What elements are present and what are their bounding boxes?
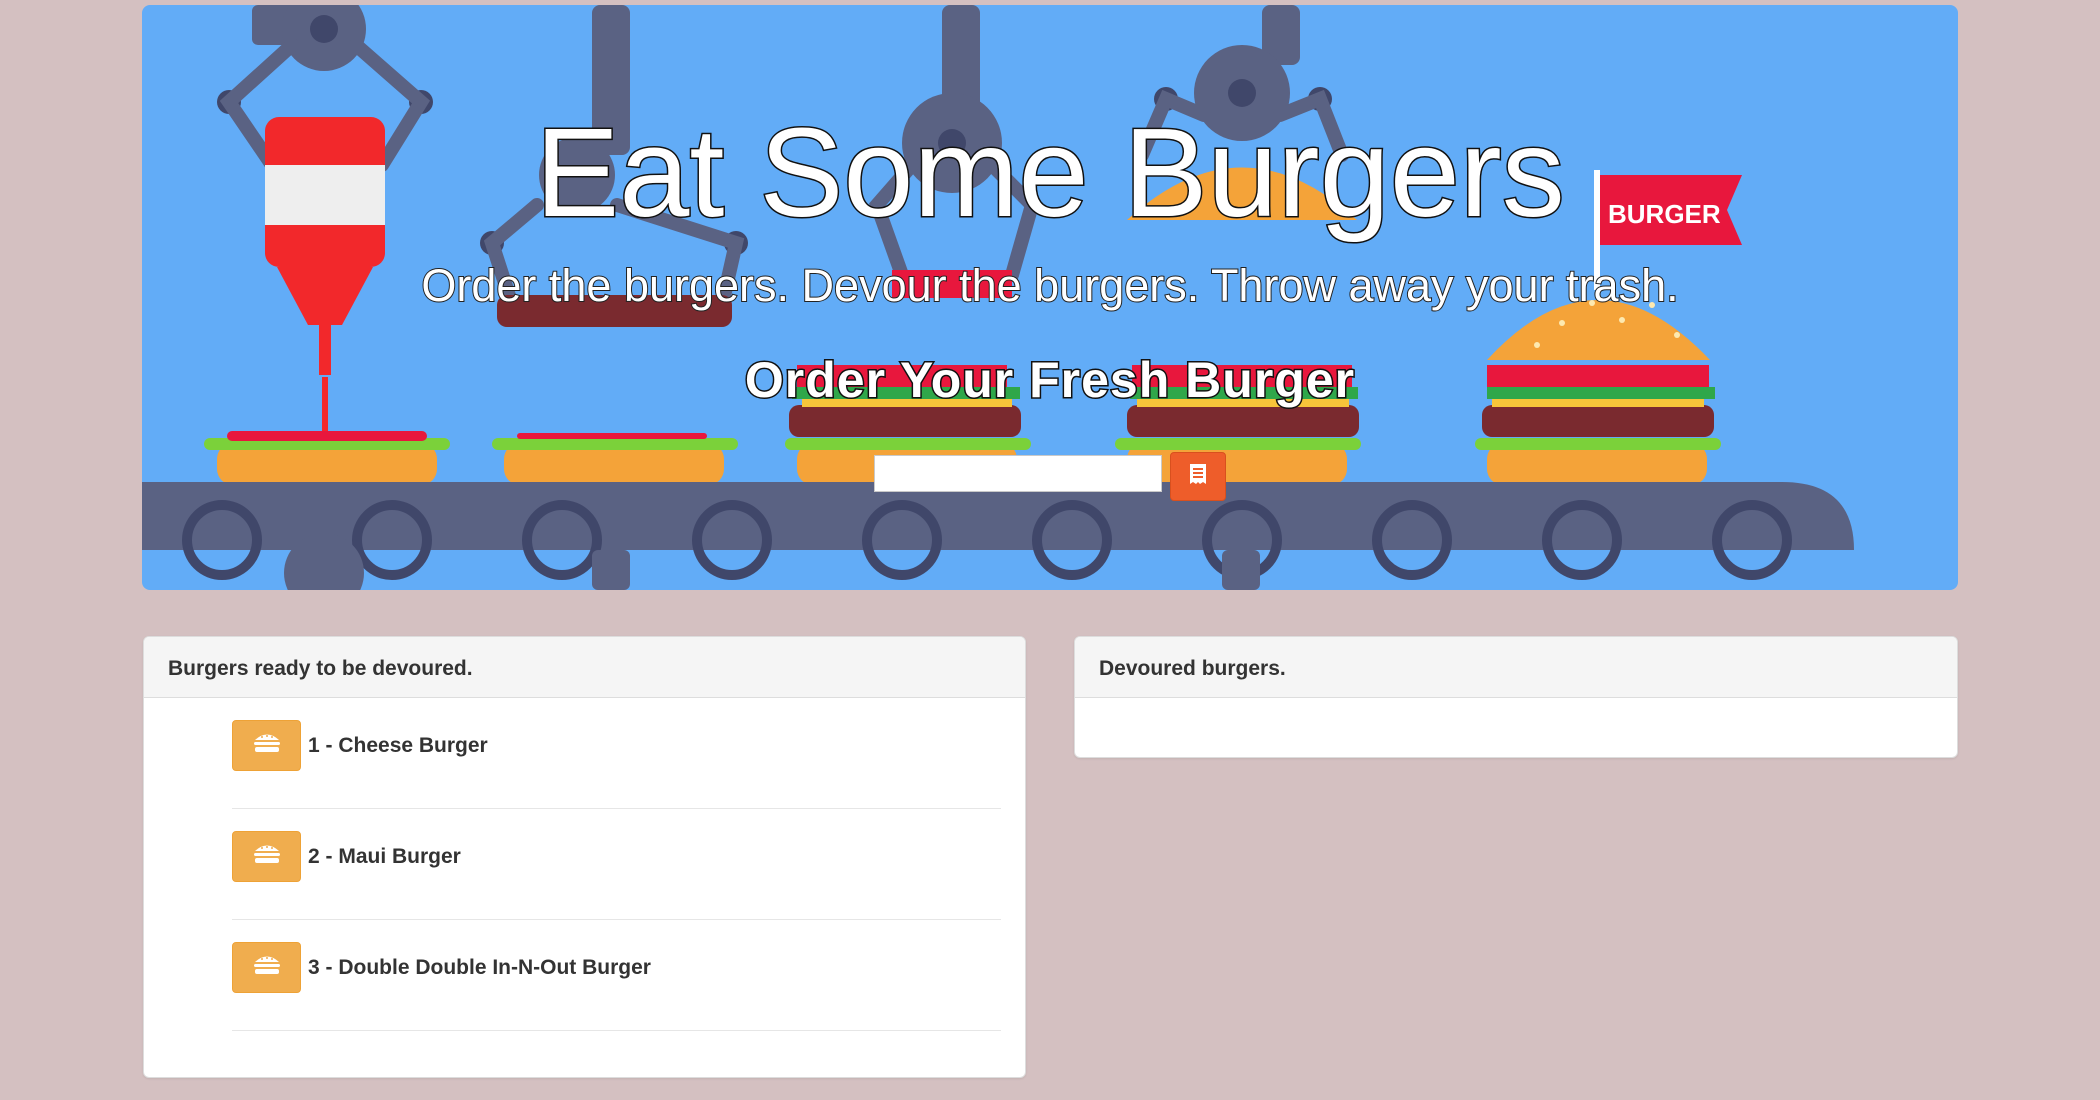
list-item: 2 - Maui Burger [232,809,1001,920]
list-item: 3 - Double Double In-N-Out Burger [232,920,1001,1031]
hero-banner: BURGER Eat Some Burgers Order the burger… [142,5,1958,590]
list-item: 1 - Cheese Burger [232,698,1001,809]
devoured-burgers-panel: Devoured burgers. [1074,636,1958,758]
page-subtitle: Order the burgers. Devour the burgers. T… [420,260,1679,311]
burger-icon [253,732,281,759]
page-title: Eat Some Burgers [534,102,1566,243]
ready-burgers-panel: Burgers ready to be devoured. 1 - Cheese… [143,636,1026,1078]
order-burger-button[interactable] [1170,452,1226,501]
burger-icon [253,843,281,870]
burger-name: 2 - Maui Burger [308,845,461,868]
burger-name: 3 - Double Double In-N-Out Burger [308,956,651,979]
burger-icon [253,954,281,981]
devour-button[interactable] [232,831,301,882]
ready-burger-list: 1 - Cheese Burger 2 - Maui Burger 3 - Do… [144,698,1025,1031]
receipt-icon [1189,463,1207,490]
ready-panel-heading: Burgers ready to be devoured. [144,637,1025,698]
devour-button[interactable] [232,720,301,771]
burger-name-input[interactable] [874,455,1162,492]
devoured-panel-heading: Devoured burgers. [1075,637,1957,698]
burger-name: 1 - Cheese Burger [308,734,488,757]
order-form-label: Order Your Fresh Burger [743,352,1356,408]
devour-button[interactable] [232,942,301,993]
